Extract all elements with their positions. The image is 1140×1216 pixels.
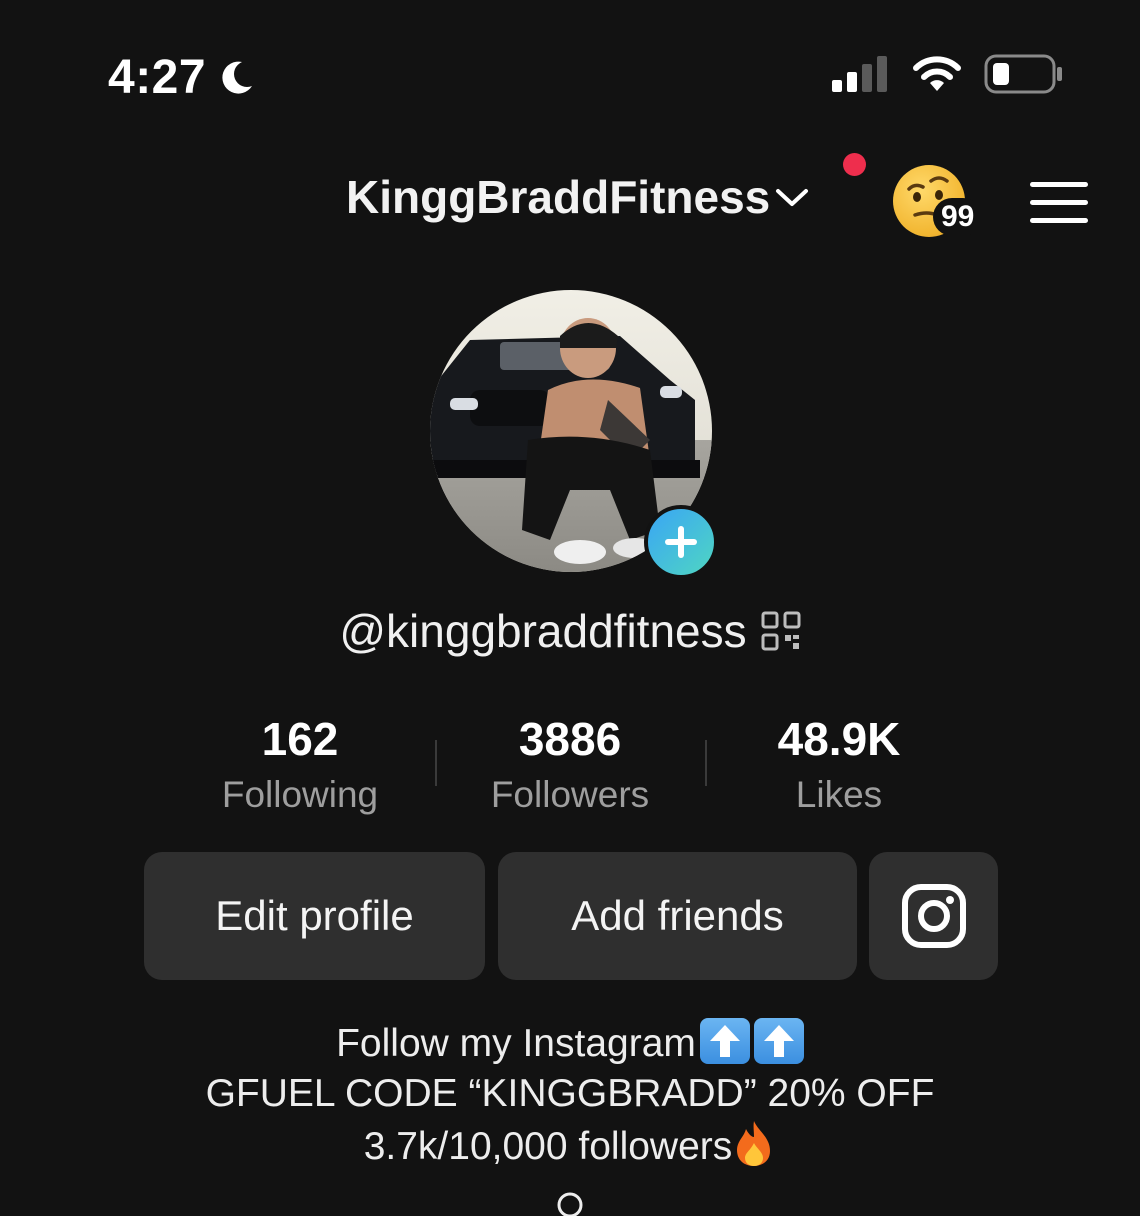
add-friends-button[interactable]: Add friends (498, 852, 857, 980)
account-switcher[interactable]: KinggBraddFitness (346, 170, 810, 224)
instagram-icon (901, 884, 966, 948)
handle-row: @kinggbraddfitness (0, 604, 1140, 658)
moon-icon (222, 61, 253, 94)
add-avatar-button[interactable] (644, 505, 718, 579)
qr-code-icon[interactable] (761, 611, 801, 651)
stat-value: 48.9K (777, 713, 901, 765)
stat-divider (705, 740, 707, 786)
stat-value: 3886 (518, 713, 622, 765)
stat-divider (435, 740, 437, 786)
stat-following[interactable]: 162 Following (170, 710, 430, 822)
fire-emoji-icon (737, 1121, 771, 1166)
profile-bio: Follow my Instagram GFUEL CODE “KINGGBRA… (0, 1018, 1140, 1172)
stat-value: 162 (261, 713, 339, 765)
stat-label: Following (221, 774, 379, 815)
bio-line-1: Follow my Instagram (0, 1018, 1140, 1069)
edit-profile-button[interactable]: Edit profile (144, 852, 485, 980)
bio-line-3-text: 3.7k/10,000 followers (363, 1125, 733, 1168)
stat-label: Likes (795, 774, 883, 815)
bio-line-1-text: Follow my Instagram (336, 1022, 696, 1065)
emoji-counter-button[interactable]: 99 (893, 165, 993, 245)
link-icon (557, 1192, 583, 1216)
bio-line-3: 3.7k/10,000 followers (0, 1119, 1140, 1172)
instagram-button[interactable] (869, 852, 998, 980)
stat-label: Followers (490, 774, 650, 815)
bio-line-2: GFUEL CODE “KINGGBRADD” 20% OFF (205, 1072, 935, 1115)
emoji-count-badge: 99 (933, 198, 983, 236)
hamburger-menu-icon[interactable] (1030, 182, 1088, 224)
bio-link-partial[interactable] (0, 1186, 1140, 1216)
clock-text: 4:27 (108, 51, 207, 104)
add-friends-label: Add friends (571, 892, 784, 939)
chevron-down-icon (776, 189, 809, 206)
battery-low-icon (984, 54, 1062, 94)
edit-profile-label: Edit profile (215, 892, 414, 939)
status-bar-indicators (832, 54, 1064, 94)
profile-handle: @kinggbraddfitness (339, 605, 747, 657)
cellular-signal-icon (832, 56, 887, 92)
stat-followers[interactable]: 3886 Followers (440, 710, 700, 822)
plus-icon (665, 526, 697, 558)
stat-likes[interactable]: 48.9K Likes (709, 710, 969, 822)
wifi-icon (913, 56, 961, 91)
notification-dot (843, 153, 866, 176)
account-username: KinggBraddFitness (346, 171, 771, 223)
status-bar-time: 4:27 (108, 50, 256, 105)
up-arrow-emoji-icon (753, 1018, 804, 1064)
up-arrow-emoji-icon (699, 1018, 750, 1064)
